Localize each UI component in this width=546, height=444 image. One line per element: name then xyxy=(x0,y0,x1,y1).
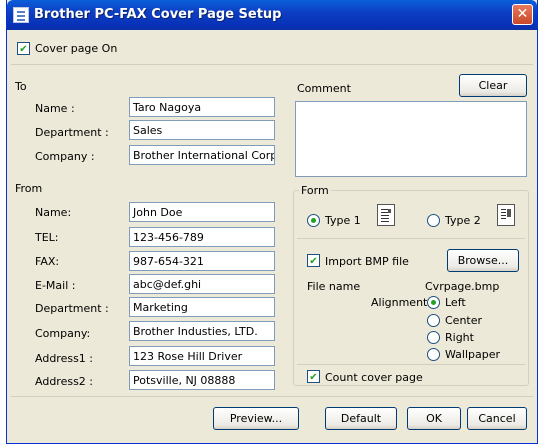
from-heading: From xyxy=(15,182,43,195)
from-company-field[interactable]: Brother Industies, LTD. xyxy=(129,321,275,341)
bottom-separator xyxy=(11,396,533,397)
alignment-label: Alignment xyxy=(371,296,428,309)
preview-button[interactable]: Preview... xyxy=(213,407,299,430)
import-bmp-checkbox[interactable] xyxy=(307,254,320,267)
from-name-field[interactable]: John Doe xyxy=(129,202,275,222)
form-heading: Form xyxy=(299,184,331,197)
app-icon xyxy=(13,7,29,23)
separator xyxy=(11,64,533,65)
browse-button[interactable]: Browse... xyxy=(447,249,519,272)
comment-label: Comment xyxy=(297,82,351,95)
to-name-field[interactable]: Taro Nagoya xyxy=(129,97,275,117)
cover-page-on-label: Cover page On xyxy=(35,42,118,55)
from-department-label: Department : xyxy=(35,302,109,315)
alignment-center-radio[interactable] xyxy=(427,314,440,327)
from-address2-field[interactable]: Potsville, NJ 08888 xyxy=(129,370,275,390)
alignment-right-radio[interactable] xyxy=(427,331,440,344)
from-email-label: E-Mail : xyxy=(35,279,76,292)
window-title: Brother PC-FAX Cover Page Setup xyxy=(34,7,282,22)
from-tel-field[interactable]: 123-456-789 xyxy=(129,227,275,247)
alignment-left-radio[interactable] xyxy=(427,296,440,309)
default-button[interactable]: Default xyxy=(325,407,397,430)
to-heading: To xyxy=(15,80,27,93)
to-company-label: Company : xyxy=(35,150,95,163)
count-cover-page-checkbox[interactable] xyxy=(307,370,320,383)
alignment-right-label: Right xyxy=(445,331,474,344)
from-fax-label: FAX: xyxy=(35,255,60,268)
to-department-label: Department : xyxy=(35,126,109,139)
alignment-wallpaper-radio[interactable] xyxy=(427,348,440,361)
to-department-field[interactable]: Sales xyxy=(129,120,275,140)
to-name-label: Name : xyxy=(35,102,75,115)
from-tel-label: TEL: xyxy=(35,231,59,244)
title-bar[interactable]: Brother PC-FAX Cover Page Setup ✕ xyxy=(7,0,537,30)
type2-layout-icon xyxy=(497,204,515,226)
alignment-left-label: Left xyxy=(445,296,466,309)
alignment-wallpaper-label: Wallpaper xyxy=(445,348,501,361)
clear-button[interactable]: Clear xyxy=(459,74,527,97)
count-cover-page-label: Count cover page xyxy=(325,371,423,384)
form-separator-bottom xyxy=(297,364,525,365)
from-address1-field[interactable]: 123 Rose Hill Driver xyxy=(129,346,275,366)
from-address1-label: Address1 : xyxy=(35,352,94,365)
from-company-label: Company: xyxy=(35,327,91,340)
cover-page-on-checkbox[interactable] xyxy=(17,42,30,55)
close-button[interactable]: ✕ xyxy=(512,4,533,25)
file-name-value: Cvrpage.bmp xyxy=(425,280,500,293)
to-company-field[interactable]: Brother International Corp xyxy=(129,145,275,165)
from-department-field[interactable]: Marketing xyxy=(129,297,275,317)
type2-label: Type 2 xyxy=(445,214,481,227)
type2-radio[interactable] xyxy=(427,214,440,227)
alignment-center-label: Center xyxy=(445,314,483,327)
type1-layout-icon xyxy=(377,204,395,226)
from-address2-label: Address2 : xyxy=(35,375,94,388)
cover-page-setup-dialog: Brother PC-FAX Cover Page Setup ✕ Cover … xyxy=(6,0,538,444)
cancel-button[interactable]: Cancel xyxy=(467,407,527,430)
from-fax-field[interactable]: 987-654-321 xyxy=(129,251,275,271)
type1-radio[interactable] xyxy=(307,214,320,227)
import-bmp-label: Import BMP file xyxy=(325,255,409,268)
from-name-label: Name: xyxy=(35,206,72,219)
form-separator-top xyxy=(297,238,525,239)
file-name-label: File name xyxy=(307,280,361,293)
comment-textarea[interactable] xyxy=(295,101,527,177)
from-email-field[interactable]: abc@def.ghi xyxy=(129,274,275,294)
ok-button[interactable]: OK xyxy=(407,407,461,430)
type1-label: Type 1 xyxy=(325,214,361,227)
